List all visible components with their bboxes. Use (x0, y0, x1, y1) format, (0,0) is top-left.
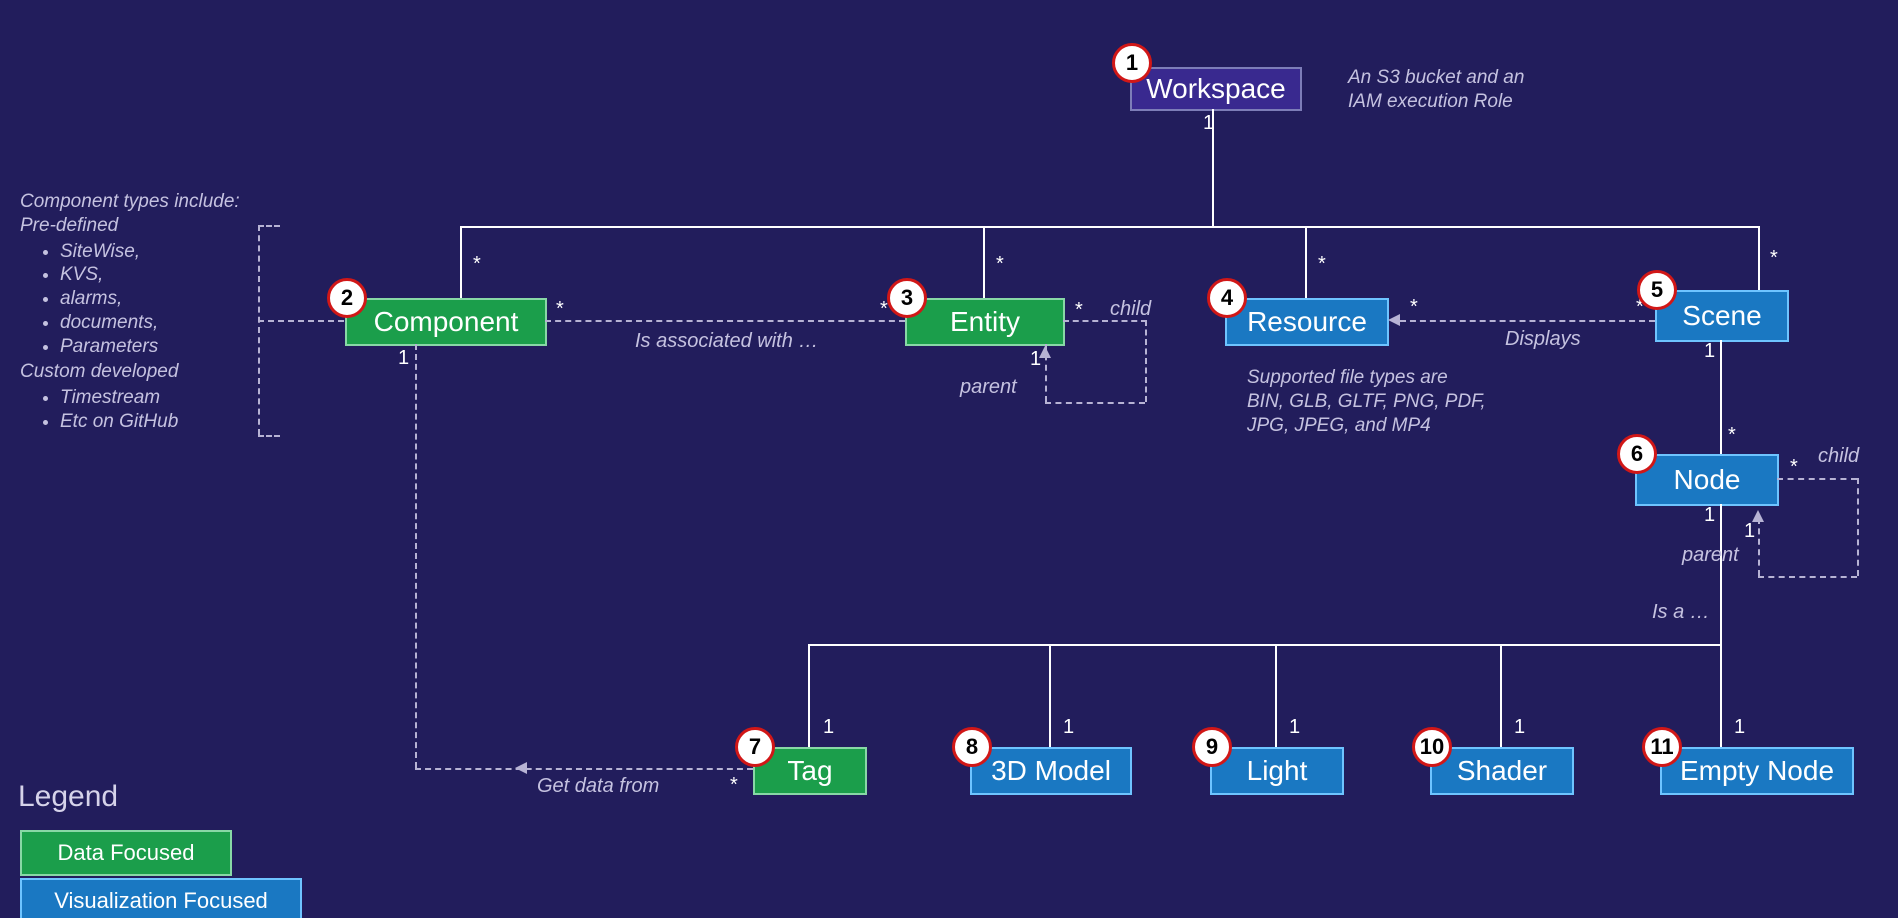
legend-title: Legend (18, 780, 118, 814)
emptynode-label: Empty Node (1680, 755, 1834, 787)
badge-shader: 10 (1412, 727, 1452, 767)
badge-emptynode: 11 (1642, 727, 1682, 767)
node-self-bot (1758, 576, 1857, 578)
node-self-left (1758, 518, 1760, 576)
card-entity-self-star: * (1075, 299, 1083, 322)
card-workspace-1: 1 (1203, 112, 1214, 135)
card-light-1: 1 (1289, 716, 1300, 739)
card-displays-left-star: * (1410, 296, 1418, 319)
conn-component-entity (545, 320, 905, 322)
conn-top-bus (460, 226, 1760, 228)
card-node-bottom-1: 1 (1704, 504, 1715, 527)
light-label: Light (1247, 755, 1308, 787)
node-self-right (1857, 478, 1859, 576)
card-node-self-star: * (1790, 456, 1798, 479)
badge-scene: 5 (1637, 270, 1677, 310)
card-model3d-1: 1 (1063, 716, 1074, 739)
conn-to-model3d (1049, 644, 1051, 747)
legend-viz-focused: Visualization Focused (20, 878, 302, 918)
card-entity-self-1: 1 (1030, 348, 1041, 371)
label-node-parent: parent (1682, 544, 1739, 567)
badge-workspace: 1 (1112, 43, 1152, 83)
card-entity-star: * (996, 253, 1004, 276)
legend-data-focused: Data Focused (20, 830, 232, 876)
badge-tag: 7 (735, 727, 775, 767)
entity-self-bot (1045, 402, 1145, 404)
entity-label: Entity (950, 306, 1020, 338)
badge-model3d: 8 (952, 727, 992, 767)
label-entity-child: child (1110, 298, 1151, 321)
resource-label: Resource (1247, 306, 1367, 338)
note-component: Component types include: Pre-defined Sit… (20, 190, 280, 436)
conn-component-tag-h (415, 768, 753, 770)
tag-label: Tag (787, 755, 832, 787)
scene-label: Scene (1682, 300, 1761, 332)
label-node-child: child (1818, 445, 1859, 468)
conn-to-resource (1305, 226, 1307, 298)
card-node-top-star: * (1728, 424, 1736, 447)
shader-node: Shader (1430, 747, 1574, 795)
note-workspace: An S3 bucket and an IAM execution Role (1348, 66, 1524, 114)
card-component-star: * (473, 253, 481, 276)
conn-to-shader (1500, 644, 1502, 747)
model3d-label: 3D Model (991, 755, 1111, 787)
card-shader-1: 1 (1514, 716, 1525, 739)
label-entity-parent: parent (960, 376, 1017, 399)
conn-to-tag (808, 644, 810, 747)
label-is-a: Is a … (1652, 601, 1710, 624)
conn-to-scene (1758, 226, 1760, 290)
conn-node-down (1720, 504, 1722, 644)
badge-light: 9 (1192, 727, 1232, 767)
conn-bottom-bus (808, 644, 1722, 646)
badge-entity: 3 (887, 278, 927, 318)
resource-node: Resource (1225, 298, 1389, 346)
card-component-1: 1 (398, 347, 409, 370)
node-node: Node (1635, 454, 1779, 506)
conn-to-emptynode (1720, 644, 1722, 747)
card-assoc-left-star: * (556, 298, 564, 321)
card-emptynode-1: 1 (1734, 716, 1745, 739)
card-scene-bottom-1: 1 (1704, 340, 1715, 363)
badge-node: 6 (1617, 434, 1657, 474)
node-self-top (1777, 478, 1857, 480)
badge-resource: 4 (1207, 278, 1247, 318)
card-tag-1: 1 (823, 716, 834, 739)
arrow-displays-icon (1388, 314, 1400, 326)
workspace-node: Workspace (1130, 67, 1302, 111)
conn-to-light (1275, 644, 1277, 747)
shader-label: Shader (1457, 755, 1547, 787)
conn-to-entity (983, 226, 985, 298)
node-label: Node (1674, 464, 1741, 496)
conn-component-tag-v (415, 344, 417, 768)
component-label: Component (374, 306, 519, 338)
conn-scene-node (1720, 340, 1722, 454)
emptynode-node: Empty Node (1660, 747, 1854, 795)
arrow-getdata-icon (515, 762, 527, 774)
label-get-data-from: Get data from (537, 775, 659, 798)
card-node-self-1: 1 (1744, 520, 1755, 543)
workspace-label: Workspace (1146, 73, 1286, 105)
card-scene-star: * (1770, 247, 1778, 270)
note-resource: Supported file types are BIN, GLB, GLTF,… (1247, 366, 1486, 437)
entity-self-right (1145, 320, 1147, 402)
label-displays: Displays (1505, 328, 1581, 351)
label-is-associated: Is associated with … (635, 330, 818, 353)
badge-component: 2 (327, 278, 367, 318)
conn-to-component (460, 226, 462, 298)
component-node: Component (345, 298, 547, 346)
conn-scene-resource (1400, 320, 1655, 322)
entity-node: Entity (905, 298, 1065, 346)
card-resource-star: * (1318, 253, 1326, 276)
model3d-node: 3D Model (970, 747, 1132, 795)
card-getdata-star: * (730, 774, 738, 797)
